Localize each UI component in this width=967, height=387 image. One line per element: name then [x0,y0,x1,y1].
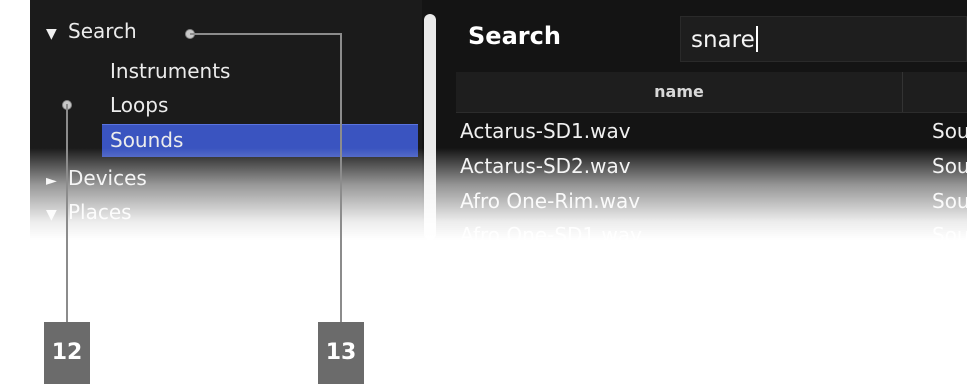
expand-triangle-icon[interactable]: ▼ [46,202,68,228]
file-type: Sou [932,119,967,143]
callout-12-badge: 12 [44,322,90,384]
callout-12-leader-line [66,104,68,322]
file-type: Sou [932,189,967,213]
browser-tree-panel: ▼ Search Instruments Loops Sounds ► Device… [30,0,422,240]
file-name: Afro One-SD1.wav [460,223,642,240]
collapse-triangle-icon[interactable]: ► [46,168,68,194]
tree-item-label: Instruments [110,59,231,83]
table-row[interactable]: Actarus-SD1.wav Sou [456,114,967,148]
tree-item-places[interactable]: ▼ Places [46,199,132,228]
tree-item-label: Devices [68,166,147,190]
search-input[interactable]: snare [680,16,967,62]
callout-13-leader-line [340,33,342,322]
column-header-name[interactable]: name [456,72,903,112]
table-row[interactable]: Afro One-Rim.wav Sou [456,184,967,218]
search-label: Search [468,22,561,50]
file-name: Actarus-SD1.wav [460,119,631,143]
callout-13-leader-line [190,33,342,35]
file-type: Sou [932,223,967,240]
file-name: Actarus-SD2.wav [460,154,631,178]
panel-splitter[interactable] [424,14,436,240]
results-column-header: name [456,72,967,113]
file-type: Sou [932,154,967,178]
callout-13-badge: 13 [318,322,364,384]
tree-item-sounds[interactable]: Sounds [110,127,183,153]
tree-item-label: Search [68,19,137,43]
tree-item-label: Places [68,200,132,224]
tree-item-label: Loops [110,93,169,117]
tree-item-instruments[interactable]: Instruments [110,58,230,84]
results-panel: Search snare name Actarus-SD1.wav Sou Ac… [456,0,967,240]
tree-item-search[interactable]: ▼ Search [46,18,137,47]
table-row[interactable]: Actarus-SD2.wav Sou [456,149,967,183]
file-name: Afro One-Rim.wav [460,189,641,213]
screenshot-area: ▼ Search Instruments Loops Sounds ► Device… [30,0,967,240]
tree-item-label: Sounds [110,128,184,152]
table-row[interactable]: Afro One-SD1.wav Sou [456,218,967,240]
text-caret [755,26,758,52]
tree-item-devices[interactable]: ► Devices [46,165,147,194]
expand-triangle-icon[interactable]: ▼ [46,21,68,47]
tree-item-loops[interactable]: Loops [110,92,168,118]
search-input-value: snare [691,27,755,53]
